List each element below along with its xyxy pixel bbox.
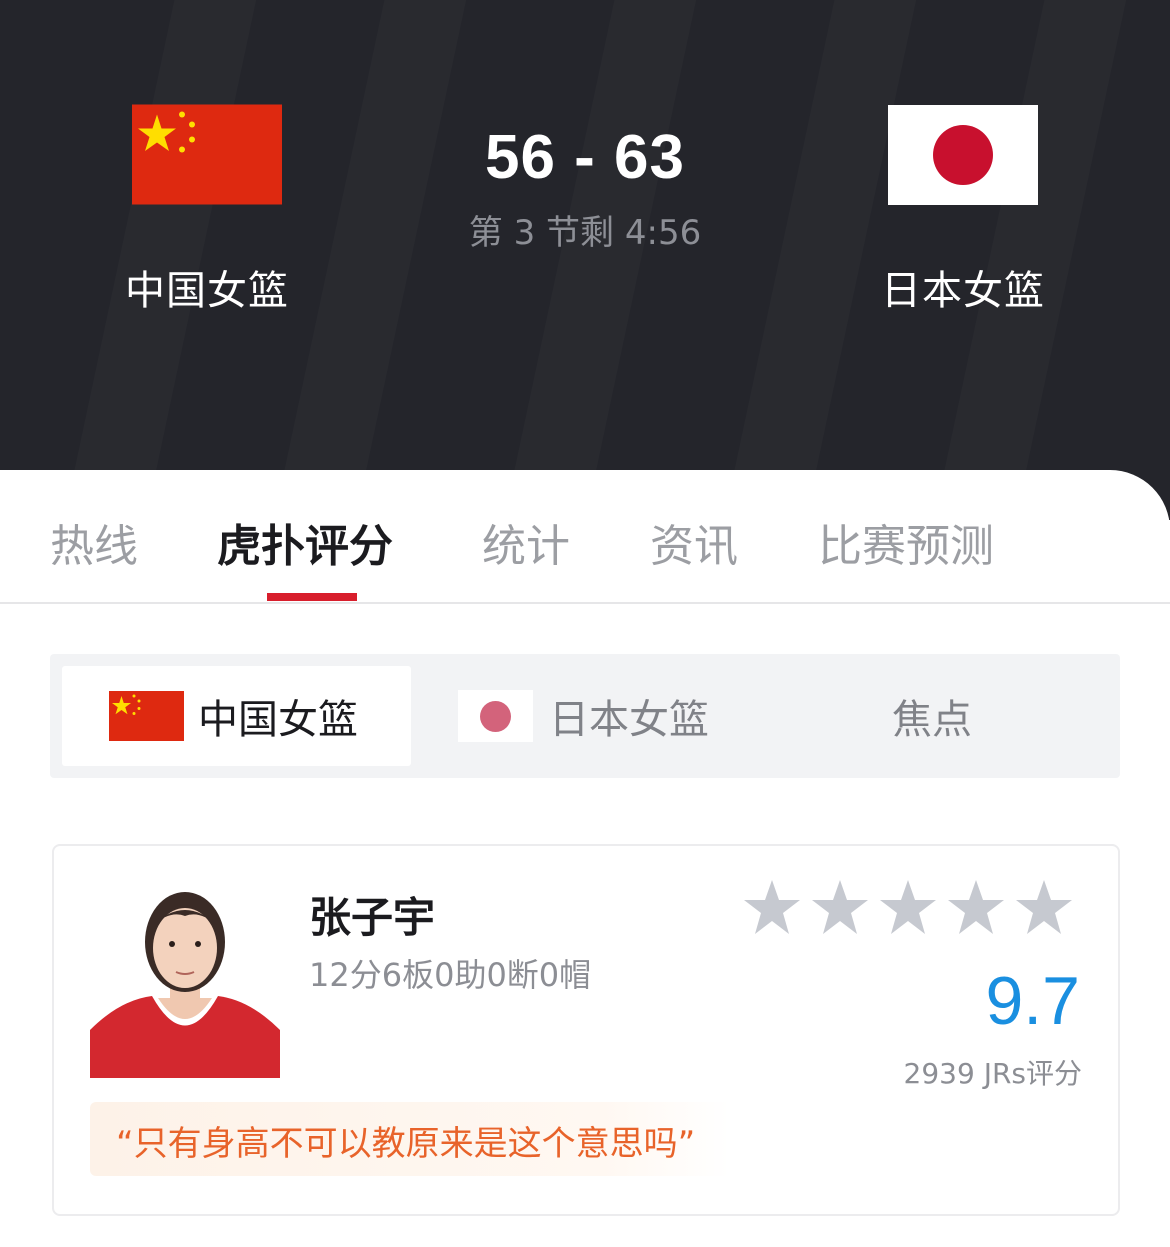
player-rating-score: 9.7 xyxy=(985,963,1080,1039)
segment-china[interactable]: 中国女篮 xyxy=(62,666,411,766)
player-name: 张子宇 xyxy=(309,893,436,942)
player-stat-line: 12分6板0助0断0帽 xyxy=(309,956,592,994)
star-icon xyxy=(948,880,1004,934)
tab-hupu-rating[interactable]: 虎扑评分 xyxy=(217,510,393,574)
star-icon xyxy=(880,880,936,934)
star-icon xyxy=(744,880,800,934)
tab-bar: 热线 虎扑评分 统计 资讯 比赛预测 xyxy=(0,470,1170,604)
star-icon xyxy=(812,880,868,934)
top-comment[interactable]: “只有身高不可以教原来是这个意思吗” xyxy=(90,1102,730,1176)
score: 56 - 63 xyxy=(484,123,686,192)
home-team-name: 中国女篮 xyxy=(125,268,289,314)
top-comment-text: “只有身高不可以教原来是这个意思吗” xyxy=(116,1124,696,1164)
segment-label: 焦点 xyxy=(892,697,972,743)
japan-flag-icon xyxy=(458,690,533,742)
away-team-name: 日本女篮 xyxy=(881,268,1045,314)
segment-focus[interactable]: 焦点 xyxy=(892,666,1092,766)
active-tab-indicator xyxy=(267,593,357,601)
rating-vote-count: 2939 JRs评分 xyxy=(903,1057,1082,1090)
segment-label: 日本女篮 xyxy=(549,697,709,743)
segment-japan[interactable]: 日本女篮 xyxy=(458,666,798,766)
china-flag-icon xyxy=(132,104,282,205)
star-icon xyxy=(1016,880,1072,934)
tab-news[interactable]: 资讯 xyxy=(650,510,738,574)
star-rating[interactable] xyxy=(742,878,1078,938)
tab-hotline[interactable]: 热线 xyxy=(50,510,138,574)
game-status: 第 3 节剩 4:56 xyxy=(468,213,702,253)
tab-prediction[interactable]: 比赛预测 xyxy=(818,510,994,574)
match-header: 中国女篮 56 - 63 第 3 节剩 4:56 日本女篮 xyxy=(0,0,1170,520)
content-panel: 热线 虎扑评分 统计 资讯 比赛预测 中国女篮 日本女篮 焦点 张子宇 12分6… xyxy=(0,470,1170,1247)
japan-flag-icon xyxy=(888,105,1038,205)
team-switch: 中国女篮 日本女篮 焦点 xyxy=(50,654,1120,778)
segment-label: 中国女篮 xyxy=(198,697,358,743)
player-rating-card[interactable]: 张子宇 12分6板0助0断0帽 9.7 2939 JRs评分 “只有身高不可以教… xyxy=(52,844,1120,1216)
player-avatar xyxy=(90,892,280,1078)
tab-stats[interactable]: 统计 xyxy=(482,510,570,574)
china-flag-icon xyxy=(109,691,184,741)
